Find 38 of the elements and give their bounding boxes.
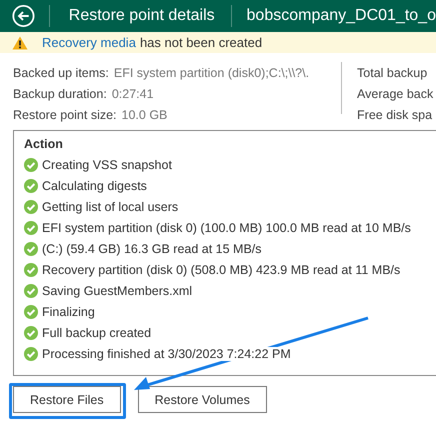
column-header: Action [24, 136, 64, 153]
success-check-icon [24, 242, 38, 256]
log-entry: Full backup created [42, 326, 152, 340]
restore-button[interactable]: Restore Files [13, 386, 121, 413]
log-entry: Creating VSS snapshot [42, 158, 172, 172]
success-check-icon [24, 304, 38, 318]
detail-label: Backup duration: [13, 86, 107, 100]
log-entry: Processing finished at 3/30/2023 7:24:22 PM [42, 346, 291, 360]
log-entry: Recovery partition (disk 0) (508.0 MB) 423.9 MB read at 11 MB/s [42, 262, 400, 276]
warning-text: has not been created [140, 35, 262, 50]
page-title: Restore point details [68, 7, 215, 25]
success-check-icon [24, 178, 38, 192]
success-check-icon [24, 220, 38, 234]
log-entry: Getting list of local users [42, 200, 178, 214]
warning-icon [12, 36, 28, 50]
detail-value: EFI system partition (disk0);C:\;\\?\. [114, 66, 310, 80]
success-check-icon [24, 326, 38, 340]
success-check-icon [24, 200, 38, 214]
log-entry: Finalizing [42, 304, 95, 318]
success-check-icon [24, 262, 38, 276]
success-check-icon [24, 346, 38, 360]
log-entry: (C:) (59.4 GB) 16.3 GB read at 15 MB/s [42, 242, 262, 256]
detail-label: Total backup [357, 66, 428, 80]
detail-label: Average back [357, 86, 434, 100]
log-entry: EFI system partition (disk 0) (100.0 MB) 100.0 MB read at 10 MB/s [42, 220, 411, 234]
back-icon[interactable] [12, 3, 35, 29]
log-entry: Saving GuestMembers.xml [42, 284, 192, 298]
detail-value: 10.0 GB [122, 108, 168, 122]
recovery-media-link[interactable]: Recovery media [42, 35, 136, 50]
success-check-icon [24, 158, 38, 172]
success-check-icon [24, 284, 38, 298]
detail-label: Restore point size: [13, 108, 117, 122]
detail-value: 0:27:41 [112, 86, 154, 100]
restore-button[interactable]: Restore Volumes [138, 386, 267, 413]
log-entry: Calculating digests [42, 178, 147, 192]
detail-label: Backed up items: [13, 66, 109, 80]
backup-name: bobscompany_DC01_to_o [246, 7, 436, 25]
detail-label: Free disk spa [357, 108, 432, 122]
